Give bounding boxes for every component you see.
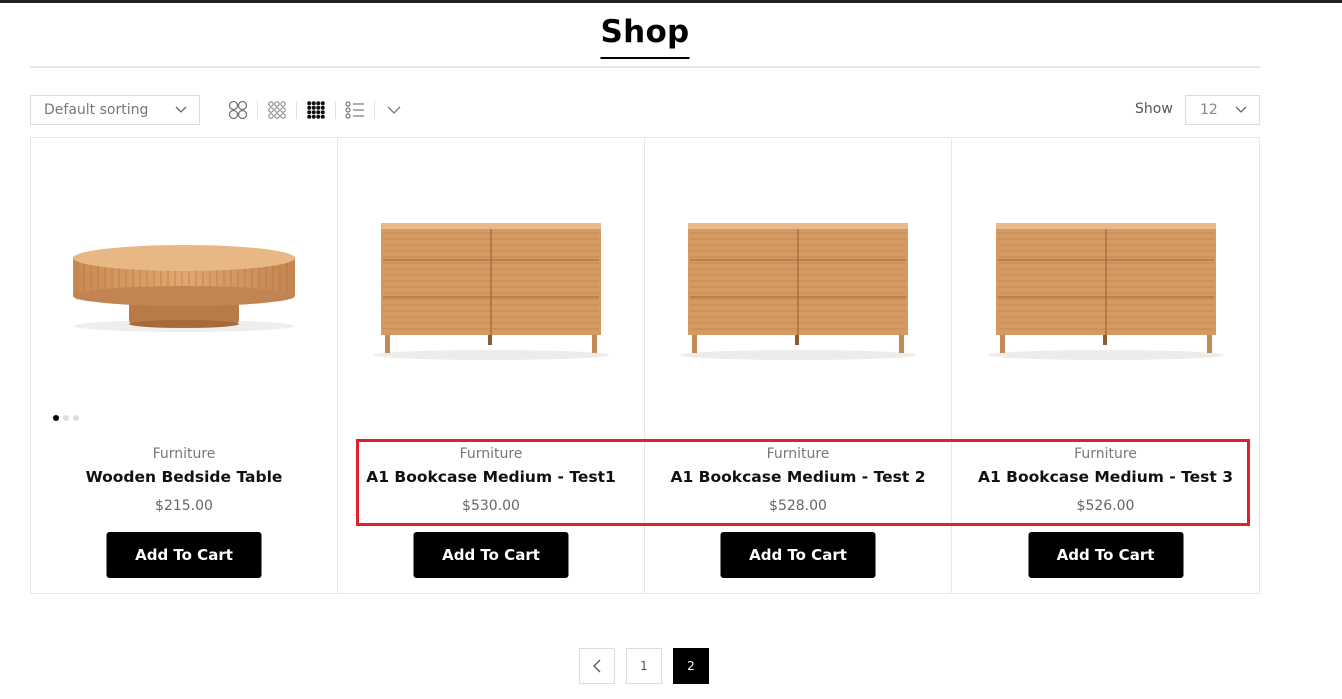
product-price: $526.00 — [1076, 498, 1135, 514]
pagination: 1 2 — [579, 648, 709, 684]
product-card: Furniture A1 Bookcase Medium - Test 2 $5… — [645, 138, 952, 593]
per-page-select-value: 12 — [1200, 102, 1218, 118]
image-carousel-dots — [53, 415, 79, 421]
wooden-sideboard-image — [373, 223, 609, 360]
divider — [296, 101, 297, 119]
pagination-page[interactable]: 1 — [626, 648, 662, 684]
divider — [374, 101, 375, 119]
add-to-cart-button[interactable]: Add To Cart — [413, 532, 569, 578]
chevron-left-icon — [593, 659, 601, 673]
product-card: Furniture Wooden Bedside Table $215.00 A… — [31, 138, 338, 593]
add-to-cart-button[interactable]: Add To Cart — [106, 532, 262, 578]
grid-3-icon[interactable] — [265, 98, 289, 122]
page-title: Shop — [600, 14, 690, 59]
divider — [257, 101, 258, 119]
sorting-select-value: Default sorting — [44, 102, 149, 118]
product-image[interactable] — [952, 138, 1259, 438]
product-category[interactable]: Furniture — [31, 446, 337, 462]
per-page-select[interactable]: 12 — [1185, 95, 1260, 125]
sorting-select[interactable]: Default sorting — [30, 95, 200, 125]
carousel-dot[interactable] — [73, 415, 79, 421]
product-image[interactable] — [338, 138, 644, 438]
wooden-sideboard-image — [987, 223, 1224, 360]
round-wooden-table-image — [73, 245, 295, 332]
grid-4-icon[interactable] — [304, 98, 328, 122]
carousel-dot[interactable] — [53, 415, 59, 421]
divider — [335, 101, 336, 119]
product-category[interactable]: Furniture — [338, 446, 644, 462]
view-mode-switcher — [226, 97, 406, 123]
product-card: Furniture A1 Bookcase Medium - Test1 $53… — [338, 138, 645, 593]
chevron-down-icon[interactable] — [382, 98, 406, 122]
carousel-dot[interactable] — [63, 415, 69, 421]
wooden-sideboard-image — [680, 223, 916, 360]
product-price: $215.00 — [155, 498, 213, 514]
chevron-down-icon — [1235, 106, 1247, 113]
product-category[interactable]: Furniture — [952, 446, 1259, 462]
product-category[interactable]: Furniture — [645, 446, 951, 462]
add-to-cart-button[interactable]: Add To Cart — [720, 532, 876, 578]
product-image[interactable] — [645, 138, 951, 438]
page-header: Shop — [30, 0, 1260, 68]
product-name[interactable]: Wooden Bedside Table — [31, 468, 337, 486]
chevron-down-icon — [175, 106, 187, 113]
product-name[interactable]: A1 Bookcase Medium - Test 2 — [645, 468, 951, 486]
product-card: Furniture A1 Bookcase Medium - Test 3 $5… — [952, 138, 1259, 593]
pagination-prev-button[interactable] — [579, 648, 615, 684]
list-icon[interactable] — [343, 98, 367, 122]
product-price: $528.00 — [769, 498, 827, 514]
pagination-page-current[interactable]: 2 — [673, 648, 709, 684]
product-price: $530.00 — [462, 498, 520, 514]
product-name[interactable]: A1 Bookcase Medium - Test 3 — [952, 468, 1259, 486]
grid-2-icon[interactable] — [226, 98, 250, 122]
product-grid: Furniture Wooden Bedside Table $215.00 A… — [30, 137, 1260, 594]
show-label: Show — [1135, 101, 1173, 117]
product-name[interactable]: A1 Bookcase Medium - Test1 — [338, 468, 644, 486]
product-image[interactable] — [31, 138, 337, 438]
add-to-cart-button[interactable]: Add To Cart — [1028, 532, 1183, 578]
